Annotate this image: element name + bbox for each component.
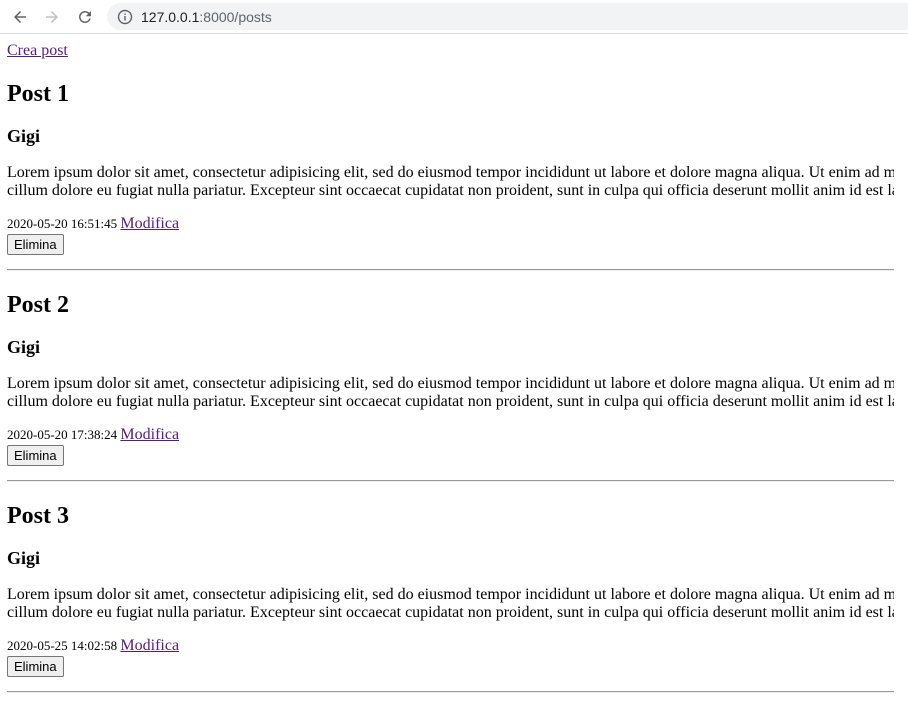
post-body: Lorem ipsum dolor sit amet, consectetur … (7, 164, 894, 200)
post-body-line: Lorem ipsum dolor sit amet, consectetur … (7, 164, 894, 181)
post-author: Gigi (7, 126, 41, 146)
post-timestamp: 2020-05-25 14:02:58 (7, 638, 118, 653)
post-meta: 2020-05-20 17:38:24 Modifica (7, 426, 908, 444)
post-divider (7, 269, 894, 271)
edit-post-link[interactable]: Modifica (120, 215, 179, 232)
post-body-line: cillum dolore eu fugiat nulla pariatur. … (7, 604, 894, 621)
browser-toolbar: 127.0.0.1:8000/posts (0, 0, 908, 34)
address-bar[interactable]: 127.0.0.1:8000/posts (107, 3, 908, 30)
post-body: Lorem ipsum dolor sit amet, consectetur … (7, 375, 894, 411)
edit-post-link[interactable]: Modifica (120, 426, 179, 443)
reload-button[interactable] (74, 6, 96, 28)
create-post-link[interactable]: Crea post (7, 42, 68, 60)
delete-post-button[interactable]: Elimina (7, 656, 64, 677)
back-arrow-icon (14, 11, 26, 23)
post-timestamp: 2020-05-20 17:38:24 (7, 427, 118, 442)
reload-icon (78, 10, 91, 23)
forward-arrow-icon (46, 11, 58, 23)
delete-post-button[interactable]: Elimina (7, 445, 64, 466)
url-host: 127.0.0.1 (141, 8, 200, 25)
post-body-line: Lorem ipsum dolor sit amet, consectetur … (7, 375, 894, 392)
post-author: Gigi (7, 548, 41, 568)
info-icon[interactable] (117, 9, 133, 25)
post-body-line: Lorem ipsum dolor sit amet, consectetur … (7, 586, 894, 603)
url-text: 127.0.0.1:8000/posts (141, 9, 272, 25)
page-content: Crea post Post 1 Gigi Lorem ipsum dolor … (0, 35, 908, 693)
post-title: Post 2 (7, 292, 69, 318)
post-title: Post 1 (7, 81, 69, 107)
post-body-line: cillum dolore eu fugiat nulla pariatur. … (7, 182, 894, 199)
post-item: Post 3 Gigi Lorem ipsum dolor sit amet, … (7, 502, 908, 693)
post-item: Post 2 Gigi Lorem ipsum dolor sit amet, … (7, 291, 908, 482)
delete-post-button[interactable]: Elimina (7, 234, 64, 255)
forward-button[interactable] (41, 6, 63, 28)
post-divider (7, 480, 894, 482)
post-divider (7, 691, 894, 693)
edit-post-link[interactable]: Modifica (120, 637, 179, 654)
post-title: Post 3 (7, 503, 69, 529)
url-path: :8000/posts (199, 8, 272, 25)
post-author: Gigi (7, 337, 41, 357)
post-timestamp: 2020-05-20 16:51:45 (7, 216, 118, 231)
post-meta: 2020-05-20 16:51:45 Modifica (7, 215, 908, 233)
post-meta: 2020-05-25 14:02:58 Modifica (7, 637, 908, 655)
back-button[interactable] (9, 6, 31, 28)
post-body-line: cillum dolore eu fugiat nulla pariatur. … (7, 393, 894, 410)
post-item: Post 1 Gigi Lorem ipsum dolor sit amet, … (7, 80, 908, 271)
post-body: Lorem ipsum dolor sit amet, consectetur … (7, 586, 894, 622)
